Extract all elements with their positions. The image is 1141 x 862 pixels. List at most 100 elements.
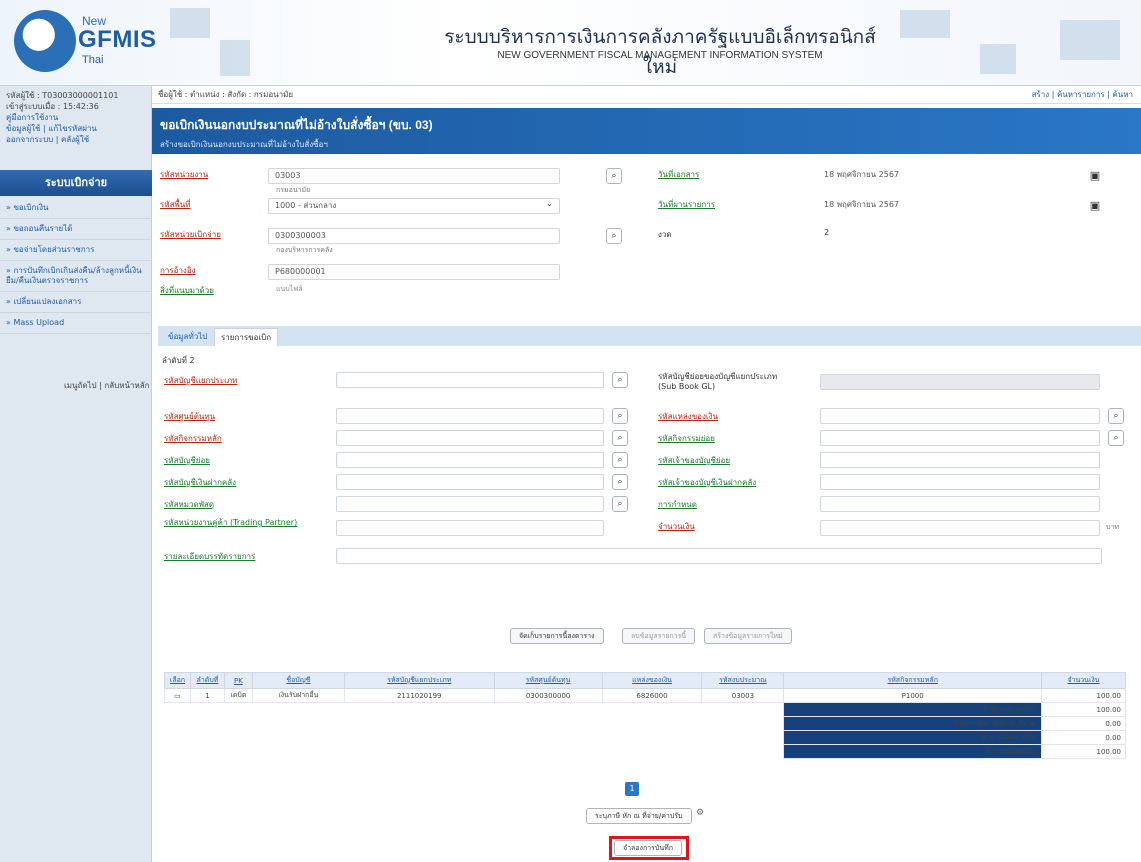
cost-center-search-button[interactable]: ⌕ <box>612 408 628 424</box>
sum-request-value: 100.00 <box>1041 702 1126 717</box>
sub-activity-label: รหัสกิจกรรมย่อย <box>658 434 715 443</box>
calendar-icon[interactable]: ▣ <box>1088 199 1102 213</box>
item-sequence: ลำดับที่ 2 <box>162 356 195 365</box>
gfmis-emblem-icon <box>14 10 76 72</box>
sidebar-item-refund[interactable]: » ขอถอนคืนรายได้ <box>0 219 152 240</box>
agency-search-button[interactable]: ⌕ <box>606 168 622 184</box>
new-item-button[interactable]: สร้างข้อมูลรายการใหม่ <box>704 628 792 644</box>
main-activity-label: รหัสกิจกรรมหลัก <box>164 434 222 443</box>
page-title: ขอเบิกเงินนอกงบประมาณที่ไม่อ้างใบสั่งซื้… <box>160 118 433 132</box>
logout-link[interactable]: ออกจากระบบ | คลังผู้ใช้ <box>6 134 145 145</box>
user-position: ชื่อผู้ใช้ : ตำแหน่ง : สังกัด : กรมอนามั… <box>158 90 294 99</box>
sidebar-title: ระบบเบิกจ่าย <box>0 170 152 196</box>
deposit-owner-input[interactable] <box>820 474 1100 490</box>
col-gl: รหัสบัญชีแยกประเภท <box>343 672 495 689</box>
login-time: เข้าสู่ระบบเมื่อ : 15:42:36 <box>6 102 99 111</box>
agency-input[interactable]: 03003 <box>268 168 560 184</box>
reference-input[interactable]: P680000001 <box>268 264 560 280</box>
post-date-input[interactable]: 18 พฤศจิกายน 2567 <box>818 198 1108 214</box>
attachment-label: สิ่งที่แนบมาด้วย <box>160 286 214 295</box>
sum-fine-value: 0.00 <box>1041 730 1126 745</box>
material-group-input[interactable] <box>336 496 604 512</box>
profile-link[interactable]: ข้อมูลผู้ใช้ | แก้ไขรหัสผ่าน <box>6 123 145 134</box>
material-group-label: รหัสหมวดพัสดุ <box>164 500 215 509</box>
row-budget: 03003 <box>701 688 785 703</box>
amount-input[interactable] <box>820 520 1100 536</box>
amount-label: จำนวนเงิน <box>658 522 695 531</box>
main-activity-input[interactable] <box>336 430 604 446</box>
trading-partner-input[interactable] <box>336 520 604 536</box>
help-icon[interactable]: ⚙ <box>696 808 704 818</box>
highlight-box <box>609 836 689 860</box>
fund-source-search-button[interactable]: ⌕ <box>1108 408 1124 424</box>
line-detail-input[interactable] <box>336 548 1102 564</box>
assignment-input[interactable] <box>820 496 1100 512</box>
row-amount: 100.00 <box>1041 688 1126 703</box>
manual-link[interactable]: คู่มือการใช้งาน <box>6 112 145 123</box>
fund-source-input[interactable] <box>820 408 1100 424</box>
sub-owner-label: รหัสเจ้าของบัญชีย่อย <box>658 456 731 465</box>
items-table: เลือก ลำดับที่ PK ชื่อบัญชี รหัสบัญชีแยก… <box>164 672 1126 759</box>
sidebar-item-disburse[interactable]: » ขอเบิกเงิน <box>0 198 152 219</box>
period-value: 2 <box>824 228 830 237</box>
disb-unit-input[interactable]: 0300300003 <box>268 228 560 244</box>
calendar-icon[interactable]: ▣ <box>1088 169 1102 183</box>
disb-unit-name: กองบริหารการคลัง <box>276 246 333 254</box>
tab-bar: ข้อมูลทั่วไป รายการขอเบิก <box>158 326 1141 346</box>
logo-gfmis-text: GFMIS <box>78 26 157 53</box>
save-to-table-button[interactable]: จัดเก็บรายการนี้ลงตาราง <box>510 628 604 644</box>
attach-file-link[interactable]: แนบไฟล์ <box>276 284 303 295</box>
page-1-button[interactable]: 1 <box>625 782 639 796</box>
sub-activity-search-button[interactable]: ⌕ <box>1108 430 1124 446</box>
disb-search-button[interactable]: ⌕ <box>606 228 622 244</box>
logo-thai-text: Thai <box>82 54 104 66</box>
material-group-search-button[interactable]: ⌕ <box>612 496 628 512</box>
row-fund: 6826000 <box>601 688 703 703</box>
table-row[interactable]: ▭ 1 เดบิต เงินรับฝากอื่น 2111020199 0300… <box>164 688 1126 703</box>
sub-account-label: รหัสบัญชีย่อย <box>164 456 210 465</box>
row-activity: P1000 <box>783 688 1043 703</box>
clear-item-button[interactable]: ลบข้อมูลรายการนี้ <box>622 628 696 644</box>
area-select[interactable]: 1000 - ส่วนกลาง <box>268 198 560 214</box>
sidebar-item-mass-upload[interactable]: » Mass Upload <box>0 313 152 334</box>
gl-account-input[interactable] <box>336 372 604 388</box>
deposit-account-label: รหัสบัญชีเงินฝากคลัง <box>164 478 237 487</box>
disb-unit-label: รหัสหน่วยเบิกจ่าย <box>160 230 221 239</box>
deposit-account-input[interactable] <box>336 474 604 490</box>
gfmis-logo[interactable]: New GFMIS Thai <box>12 6 156 78</box>
sidebar-item-agency-pay[interactable]: » ขอจ่ายโดยส่วนราชการ <box>0 240 152 261</box>
cost-center-input[interactable] <box>336 408 604 424</box>
app-header: New GFMIS Thai ระบบบริหารการเงินการคลังภ… <box>0 0 1141 86</box>
col-fund: แหล่งของเงิน <box>601 672 703 689</box>
doc-date-input[interactable]: 18 พฤศจิกายน 2567 <box>818 168 1108 184</box>
tab-general[interactable]: ข้อมูลทั่วไป <box>162 328 213 346</box>
post-date-label: วันที่ผ่านรายการ <box>658 200 715 209</box>
top-actions[interactable]: สร้าง | ค้นหารายการ | ค้นหา <box>1032 86 1133 104</box>
gl-search-button[interactable]: ⌕ <box>612 372 628 388</box>
reference-label: การอ้างอิง <box>160 266 196 275</box>
line-detail-label: รายละเอียดบรรทัดรายการ <box>164 552 256 561</box>
tax-fine-button[interactable]: ระบุภาษี หัก ณ ที่จ่าย/ค่าปรับ <box>586 808 692 824</box>
period-label: งวด <box>658 230 672 239</box>
sidebar-item-return[interactable]: » การบันทึกเบิกเกินส่งคืน/ล้างลูกหนี้เงิ… <box>0 261 152 292</box>
main-content: ชื่อผู้ใช้ : ตำแหน่ง : สังกัด : กรมอนามั… <box>152 86 1141 862</box>
row-cost-center: 0300300000 <box>493 688 603 703</box>
sidebar-item-change-doc[interactable]: » เปลี่ยนแปลงเอกสาร <box>0 292 152 313</box>
folder-icon[interactable]: ▭ <box>164 688 191 703</box>
tab-disburse-items[interactable]: รายการขอเบิก <box>214 328 279 346</box>
top-info-bar: ชื่อผู้ใช้ : ตำแหน่ง : สังกัด : กรมอนามั… <box>152 86 1141 104</box>
sub-activity-input[interactable] <box>820 430 1100 446</box>
col-seq: ลำดับที่ <box>189 672 225 689</box>
col-select: เลือก <box>164 672 191 689</box>
deposit-account-search-button[interactable]: ⌕ <box>612 474 628 490</box>
sum-tax-value: 0.00 <box>1041 716 1126 731</box>
gl-account-label: รหัสบัญชีแยกประเภท <box>164 376 238 385</box>
home-link[interactable]: เมนูถัดไป | กลับหน้าหลัก <box>64 379 149 392</box>
search-icon: ⌕ <box>1113 433 1119 443</box>
chevron-down-icon: ⌄ <box>546 199 553 208</box>
sub-account-search-button[interactable]: ⌕ <box>612 452 628 468</box>
sub-owner-input[interactable] <box>820 452 1100 468</box>
col-budget: รหัสงบประมาณ <box>701 672 785 689</box>
sub-account-input[interactable] <box>336 452 604 468</box>
main-activity-search-button[interactable]: ⌕ <box>612 430 628 446</box>
